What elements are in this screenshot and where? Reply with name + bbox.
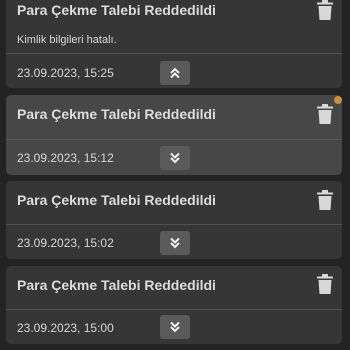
divider (6, 139, 342, 140)
collapse-button[interactable] (160, 61, 190, 85)
notification-title: Para Çekme Talebi Reddedildi (17, 277, 216, 293)
trash-icon[interactable] (317, 190, 333, 210)
notification-title: Para Çekme Talebi Reddedildi (17, 2, 216, 18)
chevrons-down-icon (170, 152, 180, 164)
notification-message: Kimlik bilgileri hatalı. (17, 34, 117, 46)
chevrons-up-icon (170, 67, 180, 79)
divider (6, 53, 342, 54)
notification-title: Para Çekme Talebi Reddedildi (17, 192, 216, 208)
notification-card[interactable]: Para Çekme Talebi Reddedildi 23.09.2023,… (6, 95, 342, 175)
chevrons-down-icon (170, 321, 180, 333)
expand-button[interactable] (160, 146, 190, 170)
divider (6, 224, 342, 225)
notification-time: 23.09.2023, 15:12 (17, 151, 114, 165)
notification-list: Para Çekme Talebi Reddedildi Kimlik bilg… (0, 0, 350, 350)
trash-icon[interactable] (317, 274, 333, 294)
notification-time: 23.09.2023, 15:02 (17, 236, 114, 250)
trash-icon[interactable] (317, 104, 333, 124)
notification-card[interactable]: Para Çekme Talebi Reddedildi 23.09.2023,… (6, 266, 342, 344)
trash-icon[interactable] (317, 0, 333, 20)
notification-card[interactable]: Para Çekme Talebi Reddedildi 23.09.2023,… (6, 181, 342, 259)
chevrons-down-icon (170, 237, 180, 249)
expand-button[interactable] (160, 315, 190, 339)
notification-time: 23.09.2023, 15:00 (17, 321, 114, 335)
notification-title: Para Çekme Talebi Reddedildi (17, 106, 216, 122)
unread-indicator (334, 96, 342, 104)
notification-time: 23.09.2023, 15:25 (17, 66, 114, 80)
expand-button[interactable] (160, 231, 190, 255)
notification-card[interactable]: Para Çekme Talebi Reddedildi Kimlik bilg… (6, 0, 342, 88)
divider (6, 309, 342, 310)
